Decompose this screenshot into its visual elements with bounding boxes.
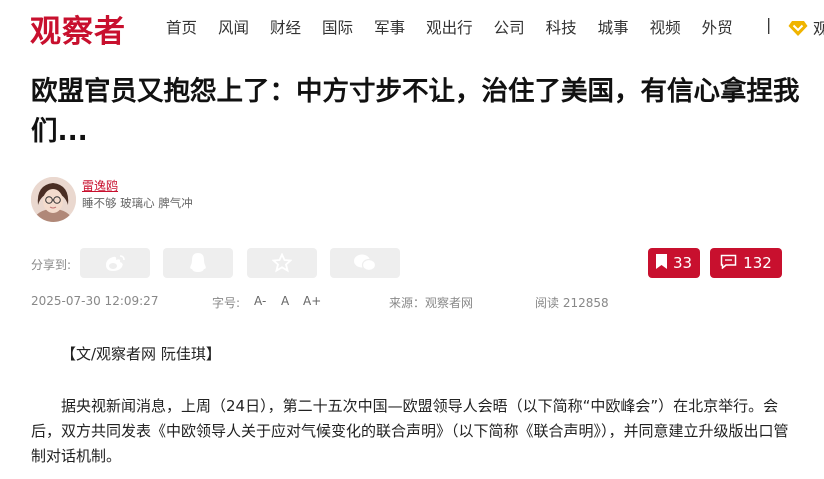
font-smaller-button[interactable]: A- xyxy=(254,294,266,308)
wechat-icon xyxy=(353,253,377,273)
nav-item-home[interactable]: 首页 xyxy=(166,16,197,38)
site-logo[interactable]: 观察者 xyxy=(30,6,126,51)
share-label: 分享到: xyxy=(31,258,72,272)
nav-item-fengwen[interactable]: 风闻 xyxy=(218,16,249,38)
publish-date: 2025-07-30 12:09:27 xyxy=(31,294,159,308)
vip-heart-icon xyxy=(787,19,809,37)
read-count: 阅读 212858 xyxy=(535,296,609,310)
comment-icon xyxy=(720,254,743,273)
author-name[interactable]: 雷逸鸥 xyxy=(82,177,118,194)
article-byline: 【文/观察者网 阮佳琪】 xyxy=(61,345,221,363)
nav-item-military[interactable]: 军事 xyxy=(374,16,405,38)
share-weibo-button[interactable] xyxy=(80,248,150,278)
collect-button[interactable]: 33 xyxy=(648,248,700,278)
vip-link[interactable]: 观 xyxy=(787,17,824,39)
qq-penguin-icon xyxy=(188,252,208,274)
font-size-label: 字号: xyxy=(212,296,241,310)
top-navigation-bar: 观察者 首页 风闻 财经 国际 军事 观出行 公司 科技 城事 视频 外贸 | … xyxy=(0,0,824,52)
bookmark-icon xyxy=(655,253,673,273)
article-title: 欧盟官员又抱怨上了：中方寸步不让，治住了美国，有信心拿捏我们... xyxy=(31,76,800,147)
weibo-icon xyxy=(103,253,127,273)
star-icon xyxy=(272,253,292,273)
main-nav: 首页 风闻 财经 国际 军事 观出行 公司 科技 城事 视频 外贸 xyxy=(166,16,754,38)
avatar[interactable] xyxy=(31,177,76,222)
nav-item-trade[interactable]: 外贸 xyxy=(702,16,733,38)
nav-separator: | xyxy=(766,15,772,34)
nav-item-video[interactable]: 视频 xyxy=(650,16,681,38)
comment-count: 132 xyxy=(743,254,772,272)
nav-item-international[interactable]: 国际 xyxy=(322,16,353,38)
nav-item-tech[interactable]: 科技 xyxy=(546,16,577,38)
article-paragraph: 据央视新闻消息，上周（24日），第二十五次中国—欧盟领导人会晤（以下简称“中欧峰… xyxy=(31,397,789,465)
comment-button[interactable]: 132 xyxy=(710,248,782,278)
share-favorite-button[interactable] xyxy=(247,248,317,278)
nav-item-travel[interactable]: 观出行 xyxy=(426,16,473,38)
share-wechat-button[interactable] xyxy=(330,248,400,278)
font-normal-button[interactable]: A xyxy=(281,294,289,308)
share-qq-button[interactable] xyxy=(163,248,233,278)
nav-item-city[interactable]: 城事 xyxy=(598,16,629,38)
article-source: 来源：观察者网 xyxy=(389,296,474,310)
font-larger-button[interactable]: A+ xyxy=(303,294,321,308)
nav-item-company[interactable]: 公司 xyxy=(494,16,525,38)
author-bio: 睡不够 玻璃心 脾气冲 xyxy=(82,196,193,210)
vip-label: 观 xyxy=(813,20,824,38)
nav-item-finance[interactable]: 财经 xyxy=(270,16,301,38)
collect-count: 33 xyxy=(672,254,693,272)
